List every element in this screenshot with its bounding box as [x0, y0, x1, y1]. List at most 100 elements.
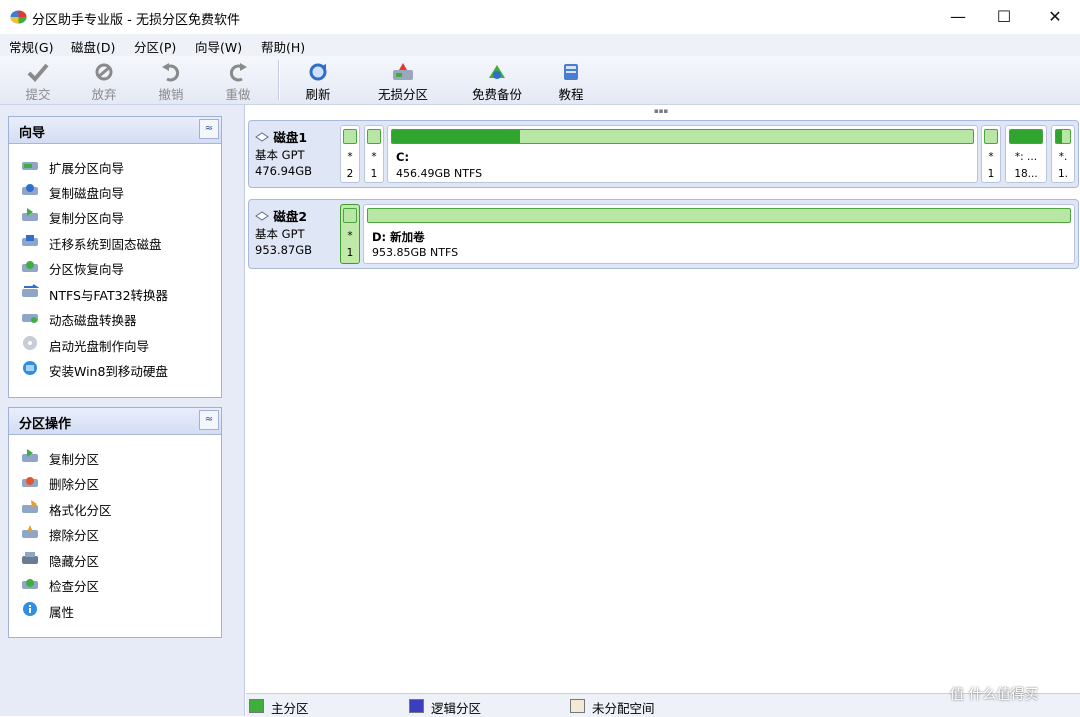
partition-usage-bar: [367, 129, 381, 144]
partition-size: 1.: [1057, 168, 1069, 180]
legend-unallocated-label: 未分配空间: [592, 701, 655, 716]
close-button[interactable]: ✕: [1031, 0, 1079, 34]
wizard-item-label: 动态磁盘转换器: [49, 313, 137, 328]
menu-general[interactable]: 常规(G): [9, 37, 53, 56]
dynamic-disk-converter-icon: [22, 314, 38, 323]
watermark: 值 什么值得买: [950, 687, 1039, 703]
disk-2-name: 磁盘2: [273, 209, 308, 224]
disk-1-partition-5[interactable]: *: ... 18...: [1005, 125, 1047, 183]
free-backup-label: 免费备份: [471, 87, 522, 102]
partition-ops-panel-title: 分区操作: [19, 417, 72, 432]
delete-partition-icon: [22, 477, 38, 487]
lossless-partition-label: 无损分区: [377, 87, 428, 102]
title-bar: 分区助手专业版 - 无损分区免费软件 — ☐ ✕: [0, 0, 1080, 34]
partition-c-name: C:: [396, 150, 410, 164]
lossless-partition-icon: [393, 63, 413, 80]
disk-2-partition-d[interactable]: D: 新加卷 953.85GB NTFS: [363, 204, 1075, 264]
disk-1-info: 磁盘1 基本 GPT 476.94GB: [255, 127, 337, 178]
disk-1-partition-4[interactable]: * 1: [981, 125, 1001, 183]
redo-label: 重做: [225, 87, 251, 102]
collapse-wizard-button[interactable]: ≈: [199, 119, 219, 139]
op-label: 属性: [49, 605, 75, 620]
disk-1-partition-6[interactable]: *. 1.: [1051, 125, 1075, 183]
redo-button[interactable]: 重做: [220, 60, 256, 102]
partition-recovery-icon: [22, 261, 38, 272]
legend-primary-swatch: [249, 699, 264, 713]
wizard-item-label: NTFS与FAT32转换器: [49, 288, 169, 303]
disk-1-name: 磁盘1: [273, 130, 308, 145]
partition-label: *: [347, 230, 353, 242]
disk-1-partition-c[interactable]: C: 456.49GB NTFS: [387, 125, 978, 183]
copy-partition-icon: [22, 208, 38, 221]
op-label: 删除分区: [49, 477, 100, 492]
wizard-item-label: 扩展分区向导: [49, 161, 125, 176]
disk-2-type: 基本 GPT: [255, 227, 305, 241]
partition-usage-bar: [391, 129, 974, 144]
free-backup-button[interactable]: 免费备份: [464, 60, 530, 102]
partition-label: *: ...: [1014, 151, 1038, 163]
chevron-up-icon: ≈: [204, 123, 214, 134]
wizard-item-label: 启动光盘制作向导: [49, 339, 150, 354]
disk-2-info: 磁盘2 基本 GPT 953.87GB: [255, 206, 337, 257]
refresh-icon: [309, 63, 327, 81]
window-title: 分区助手专业版 - 无损分区免费软件: [32, 13, 240, 28]
checkmark-icon: [27, 63, 49, 82]
partition-ops-panel-header: 分区操作 ≈: [9, 408, 221, 435]
partition-usage-fill: [1056, 130, 1062, 143]
menu-disk[interactable]: 磁盘(D): [71, 37, 115, 56]
ntfs-fat32-converter-icon: [22, 284, 39, 297]
check-partition-icon: [22, 579, 38, 589]
app-logo-icon: [10, 10, 27, 24]
legend-logical-label: 逻辑分区: [431, 701, 482, 716]
menu-help[interactable]: 帮助(H): [261, 37, 305, 56]
format-partition-icon: [22, 500, 38, 513]
legend-logical-swatch: [409, 699, 424, 713]
toolbar-separator: [278, 60, 280, 100]
tutorial-label: 教程: [558, 87, 584, 102]
menu-partition[interactable]: 分区(P): [134, 37, 176, 56]
wizard-item-label: 复制分区向导: [49, 211, 125, 226]
splitter-grip[interactable]: ▪▪▪: [654, 107, 668, 115]
tutorial-button[interactable]: 教程: [553, 60, 589, 102]
partition-label: *: [988, 151, 994, 163]
discard-label: 放弃: [91, 87, 117, 102]
disk-1-size: 476.94GB: [255, 164, 313, 178]
windows-to-go-icon: [23, 361, 37, 375]
wizard-item-label: 复制磁盘向导: [49, 186, 125, 201]
partition-label: *: [371, 151, 377, 163]
partition-c-desc: 456.49GB NTFS: [396, 167, 483, 180]
op-label: 格式化分区: [49, 503, 112, 518]
disk-1-row[interactable]: 磁盘1 基本 GPT 476.94GB * 2 * 1 C: 456.49GB …: [248, 120, 1079, 188]
collapse-partition-ops-button[interactable]: ≈: [199, 410, 219, 430]
minimize-button[interactable]: —: [934, 0, 982, 34]
menu-wizard[interactable]: 向导(W): [195, 37, 242, 56]
discard-button[interactable]: 放弃: [86, 60, 122, 102]
toolbar: 提交 放弃 撤销 重做 刷新 无损分区 免费备份 教程: [0, 56, 1080, 105]
partition-label: *: [347, 151, 353, 163]
maximize-button[interactable]: ☐: [980, 0, 1028, 34]
disk-2-partition-1[interactable]: * 1: [340, 204, 360, 264]
partition-d-name: D: 新加卷: [372, 230, 425, 244]
op-label: 复制分区: [49, 452, 100, 467]
partition-size: 1: [346, 247, 354, 259]
partition-size: 2: [346, 168, 354, 180]
partition-usage-bar: [1055, 129, 1071, 144]
legend-unallocated-swatch: [570, 699, 585, 713]
submit-button[interactable]: 提交: [20, 60, 56, 102]
bootable-media-icon: [23, 336, 37, 350]
undo-button[interactable]: 撤销: [153, 60, 189, 102]
wizard-item-label: 分区恢复向导: [49, 262, 125, 277]
wizard-panel: 向导 ≈ 扩展分区向导 复制磁盘向导 复制分区向导 迁移系统到固态磁盘 分区恢复…: [8, 116, 222, 398]
disk-1-partition-2[interactable]: * 1: [364, 125, 384, 183]
legend-primary-label: 主分区: [271, 701, 309, 716]
partition-label: *.: [1058, 151, 1068, 163]
lossless-partition-button[interactable]: 无损分区: [370, 60, 436, 102]
submit-label: 提交: [25, 87, 51, 102]
redo-icon: [229, 63, 247, 82]
refresh-button[interactable]: 刷新: [300, 60, 336, 102]
disk-2-row[interactable]: 磁盘2 基本 GPT 953.87GB * 1 D: 新加卷 953.85GB …: [248, 199, 1079, 269]
partition-size: 18...: [1014, 168, 1038, 180]
disk-1-partition-1[interactable]: * 2: [340, 125, 360, 183]
left-pane: 向导 ≈ 扩展分区向导 复制磁盘向导 复制分区向导 迁移系统到固态磁盘 分区恢复…: [0, 105, 245, 716]
tutorial-book-icon: [564, 64, 578, 80]
